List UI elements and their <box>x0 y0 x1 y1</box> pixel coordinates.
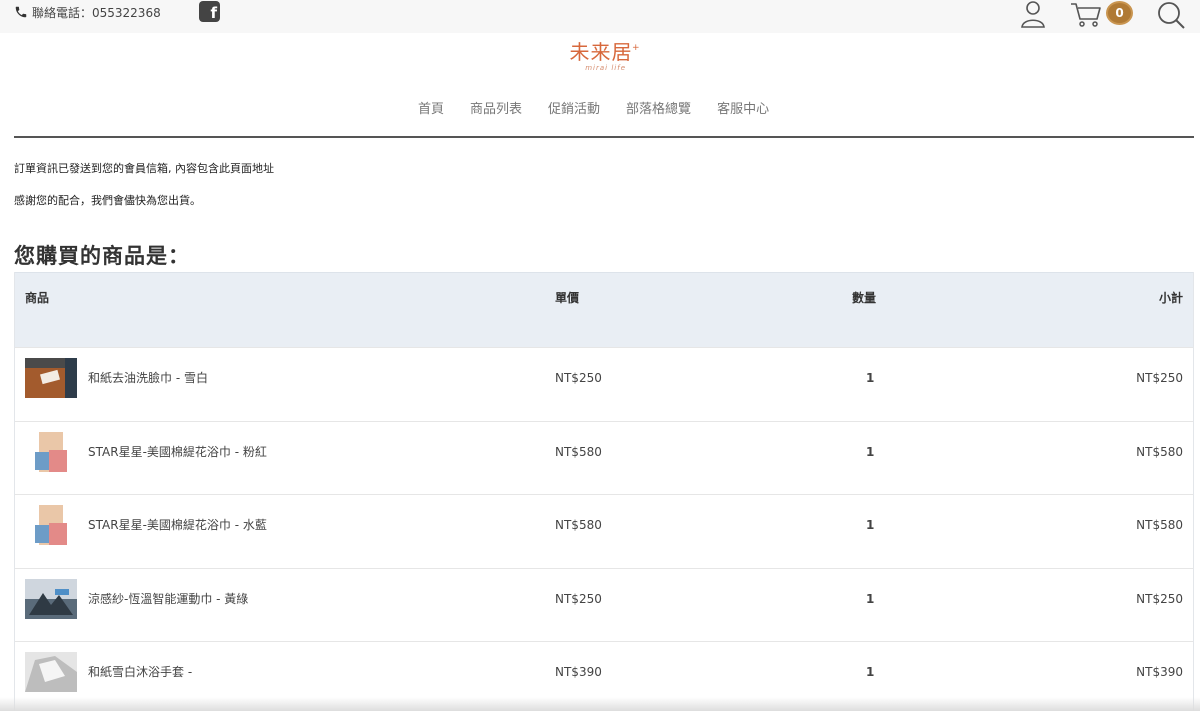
product-thumbnail[interactable] <box>25 431 77 472</box>
subtotal: NT$580 <box>1136 518 1183 532</box>
quantity: 1 <box>866 518 875 532</box>
unit-price: NT$250 <box>555 371 602 385</box>
thanks-message: 感謝您的配合，我們會儘快為您出貨。 <box>14 194 201 207</box>
contact-info: 聯絡電話：055322368 <box>14 4 161 20</box>
subtotal: NT$580 <box>1136 444 1183 459</box>
order-email-message: 訂單資訊已發送到您的會員信箱, 內容包含此頁面地址 <box>14 162 274 175</box>
header-product: 商品 <box>25 291 50 305</box>
header-divider <box>14 136 1194 138</box>
user-icon[interactable] <box>1020 0 1046 28</box>
nav-blog[interactable]: 部落格總覽 <box>626 98 691 117</box>
product-name[interactable]: 和紙去油洗臉巾 - 雪白 <box>88 369 208 386</box>
header-price: 單價 <box>555 291 580 305</box>
product-name[interactable]: STAR星星-美國棉緹花浴巾 - 粉紅 <box>88 443 267 460</box>
nav-products[interactable]: 商品列表 <box>470 98 522 117</box>
logo-plus: + <box>632 43 640 53</box>
header-subtotal: 小計 <box>1158 291 1183 305</box>
product-thumbnail[interactable] <box>25 578 77 619</box>
unit-price: NT$390 <box>555 665 602 679</box>
site-logo[interactable]: 未来居 + mirai life <box>566 40 640 76</box>
table-row: STAR星星-美國棉緹花浴巾 - 水藍 NT$580 1 NT$580 <box>15 494 1193 568</box>
product-name[interactable]: 和紙雪白沐浴手套 - <box>88 663 192 680</box>
nav-home[interactable]: 首頁 <box>418 98 444 117</box>
quantity: 1 <box>866 444 875 459</box>
logo-subtitle: mirai life <box>585 64 626 72</box>
table-header: 商品 單價 數量 小計 <box>15 272 1193 347</box>
product-name[interactable]: 涼感紗-恆溫智能運動巾 - 黃綠 <box>88 590 248 607</box>
subtotal: NT$250 <box>1136 591 1183 606</box>
search-icon[interactable] <box>1156 0 1186 30</box>
table-row: 涼感紗-恆溫智能運動巾 - 黃綠 NT$250 1 NT$250 <box>15 567 1193 642</box>
bottom-fade <box>0 697 1200 711</box>
product-thumbnail[interactable] <box>25 505 77 545</box>
product-name[interactable]: STAR星星-美國棉緹花浴巾 - 水藍 <box>88 516 267 533</box>
subtotal: NT$250 <box>1136 371 1183 385</box>
logo-name: 未来居 <box>569 40 633 64</box>
facebook-icon[interactable]: f <box>199 1 220 22</box>
product-thumbnail[interactable] <box>25 652 77 692</box>
order-items-table: 商品 單價 數量 小計 和紙去油洗臉巾 - 雪白 NT$250 1 NT$250… <box>14 272 1194 711</box>
table-row: 和紙去油洗臉巾 - 雪白 NT$250 1 NT$250 <box>15 347 1193 421</box>
phone-icon <box>15 6 27 18</box>
unit-price: NT$250 <box>555 591 602 606</box>
product-thumbnail[interactable] <box>25 358 77 398</box>
unit-price: NT$580 <box>555 444 602 459</box>
cart-count-badge[interactable]: 0 <box>1106 1 1133 25</box>
quantity: 1 <box>866 371 875 385</box>
top-bar: 聯絡電話：055322368 f 0 <box>0 0 1200 33</box>
cart-icon[interactable] <box>1070 1 1102 27</box>
main-nav: 首頁 商品列表 促銷活動 部落格總覽 客服中心 <box>418 98 795 117</box>
contact-phone-text: 聯絡電話：055322368 <box>32 5 161 20</box>
unit-price: NT$580 <box>555 518 602 532</box>
table-row: STAR星星-美國棉緹花浴巾 - 粉紅 NT$580 1 NT$580 <box>15 420 1193 495</box>
nav-promotions[interactable]: 促銷活動 <box>548 98 600 117</box>
quantity: 1 <box>866 665 875 679</box>
subtotal: NT$390 <box>1136 665 1183 679</box>
header-qty: 數量 <box>852 291 877 305</box>
page-title: 您購買的商品是： <box>14 244 190 268</box>
nav-support[interactable]: 客服中心 <box>717 98 769 117</box>
quantity: 1 <box>866 591 875 606</box>
